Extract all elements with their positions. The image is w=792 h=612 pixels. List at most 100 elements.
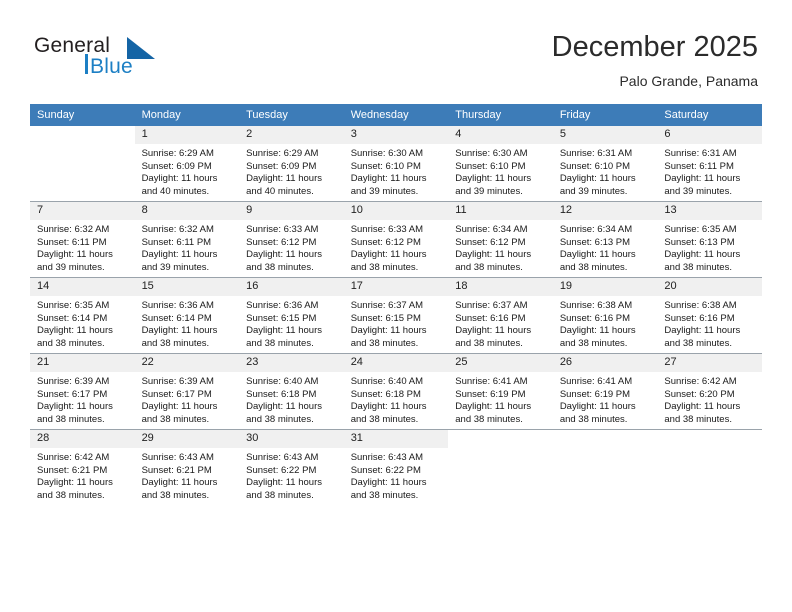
daylight-duration-line2: and 38 minutes. <box>141 413 210 425</box>
calendar-day-cell[interactable]: 5 Sunrise: 6:31 AM Sunset: 6:10 PM Daylight… <box>552 126 658 202</box>
calendar-cell-empty <box>30 126 135 202</box>
calendar-day-cell[interactable]: 9 Sunrise: 6:33 AM Sunset: 6:12 PM Daylight… <box>239 201 344 278</box>
sunrise-time: Sunrise: 6:33 AM <box>350 224 424 235</box>
daylight-duration-line1: Daylight: 11 hours <box>141 173 218 185</box>
calendar-day-cell[interactable]: 22 Sunrise: 6:39 AM Sunset: 6:17 PM Dayligh… <box>134 353 240 430</box>
calendar-day-cell[interactable]: 1 Sunrise: 6:29 AM Sunset: 6:09 PM Daylight… <box>134 126 240 202</box>
daylight-duration-line2: and 38 minutes. <box>559 413 628 425</box>
day-number: 22 <box>134 354 240 372</box>
day-details: Sunrise: 6:41 AM Sunset: 6:19 PM Daylight:… <box>553 372 658 426</box>
sunset-time: Sunset: 6:10 PM <box>559 160 631 172</box>
day-number: 7 <box>30 202 135 220</box>
day-details: Sunrise: 6:37 AM Sunset: 6:15 PM Daylight:… <box>344 296 449 350</box>
calendar-day-cell[interactable]: 14 Sunrise: 6:35 AM Sunset: 6:14 PM Dayligh… <box>30 277 135 354</box>
sunset-time: Sunset: 6:16 PM <box>664 312 735 324</box>
daylight-duration-line2: and 40 minutes. <box>141 185 210 197</box>
sunset-time: Sunset: 6:19 PM <box>559 388 631 400</box>
logo-text-blue: Blue <box>90 55 133 78</box>
daylight-duration-line2: and 39 minutes. <box>350 185 419 197</box>
daylight-duration-line2: and 38 minutes. <box>350 337 419 349</box>
sunrise-time: Sunrise: 6:43 AM <box>350 452 424 463</box>
day-details: Sunrise: 6:39 AM Sunset: 6:17 PM Daylight:… <box>30 372 135 426</box>
daylight-duration-line2: and 38 minutes. <box>246 261 314 273</box>
calendar-day-cell[interactable]: 23 Sunrise: 6:40 AM Sunset: 6:18 PM Dayligh… <box>239 353 344 430</box>
calendar-day-cell[interactable]: 17 Sunrise: 6:37 AM Sunset: 6:15 PM Dayligh… <box>343 277 449 354</box>
weekday-header-row: Sunday Monday Tuesday Wednesday Thursday… <box>30 104 762 126</box>
daylight-duration-line2: and 38 minutes. <box>455 337 523 349</box>
calendar-day-cell[interactable]: 7 Sunrise: 6:32 AM Sunset: 6:11 PM Daylight… <box>30 201 135 278</box>
page-header: General Blue December 2025 Palo Grande, … <box>0 0 792 100</box>
day-details: Sunrise: 6:37 AM Sunset: 6:16 PM Daylight:… <box>448 296 553 350</box>
calendar-day-cell[interactable]: 12 Sunrise: 6:34 AM Sunset: 6:13 PM Dayligh… <box>552 201 658 278</box>
daylight-duration-line2: and 40 minutes. <box>246 185 314 197</box>
day-number: 12 <box>552 202 658 220</box>
calendar-page: General Blue December 2025 Palo Grande, … <box>0 0 792 612</box>
sunrise-time: Sunrise: 6:34 AM <box>455 224 528 235</box>
calendar-day-cell[interactable]: 15 Sunrise: 6:36 AM Sunset: 6:14 PM Dayligh… <box>134 277 240 354</box>
sunset-time: Sunset: 6:14 PM <box>37 312 108 324</box>
calendar-day-cell[interactable]: 13 Sunrise: 6:35 AM Sunset: 6:13 PM Dayligh… <box>657 201 762 278</box>
day-number <box>448 430 553 448</box>
day-details: Sunrise: 6:38 AM Sunset: 6:16 PM Daylight:… <box>657 296 762 350</box>
calendar-day-cell[interactable]: 20 Sunrise: 6:38 AM Sunset: 6:16 PM Dayligh… <box>657 277 762 354</box>
day-details: Sunrise: 6:43 AM Sunset: 6:22 PM Daylight:… <box>344 448 449 502</box>
daylight-duration-line2: and 38 minutes. <box>141 489 210 501</box>
calendar-day-cell[interactable]: 25 Sunrise: 6:41 AM Sunset: 6:19 PM Dayligh… <box>448 353 553 430</box>
daylight-duration-line2: and 38 minutes. <box>664 261 732 273</box>
calendar-day-cell[interactable]: 19 Sunrise: 6:38 AM Sunset: 6:16 PM Dayligh… <box>552 277 658 354</box>
daylight-duration-line2: and 38 minutes. <box>37 337 105 349</box>
day-number <box>552 430 658 448</box>
sunset-time: Sunset: 6:18 PM <box>350 388 421 400</box>
calendar-day-cell[interactable]: 31 Sunrise: 6:43 AM Sunset: 6:22 PM Dayligh… <box>343 429 449 505</box>
daylight-duration-line1: Daylight: 11 hours <box>664 249 741 261</box>
calendar-day-cell[interactable]: 11 Sunrise: 6:34 AM Sunset: 6:12 PM Dayligh… <box>448 201 553 278</box>
calendar-week-row: 21 Sunrise: 6:39 AM Sunset: 6:17 PM Dayligh… <box>30 353 762 430</box>
sunrise-time: Sunrise: 6:31 AM <box>559 148 633 159</box>
day-number: 21 <box>30 354 135 372</box>
day-number: 29 <box>134 430 240 448</box>
day-number: 24 <box>343 354 449 372</box>
day-details: Sunrise: 6:31 AM Sunset: 6:10 PM Daylight:… <box>553 144 658 198</box>
calendar-day-cell[interactable]: 24 Sunrise: 6:40 AM Sunset: 6:18 PM Dayligh… <box>343 353 449 430</box>
sunrise-time: Sunrise: 6:43 AM <box>246 452 319 463</box>
day-number <box>657 430 762 448</box>
daylight-duration-line2: and 39 minutes. <box>141 261 210 273</box>
calendar-day-cell[interactable]: 10 Sunrise: 6:33 AM Sunset: 6:12 PM Dayligh… <box>343 201 449 278</box>
day-number: 25 <box>448 354 553 372</box>
general-blue-logo[interactable]: General Blue <box>34 34 184 86</box>
calendar-day-cell[interactable]: 2 Sunrise: 6:29 AM Sunset: 6:09 PM Daylight… <box>239 126 344 202</box>
calendar-day-cell[interactable]: 21 Sunrise: 6:39 AM Sunset: 6:17 PM Dayligh… <box>30 353 135 430</box>
day-number: 19 <box>552 278 658 296</box>
weekday-header-tuesday: Tuesday <box>239 104 344 126</box>
day-number: 14 <box>30 278 135 296</box>
sunrise-time: Sunrise: 6:32 AM <box>141 224 214 235</box>
calendar-day-cell[interactable]: 8 Sunrise: 6:32 AM Sunset: 6:11 PM Daylight… <box>134 201 240 278</box>
daylight-duration-line2: and 39 minutes. <box>559 185 628 197</box>
weekday-header-saturday: Saturday <box>657 104 762 126</box>
calendar-day-cell[interactable]: 3 Sunrise: 6:30 AM Sunset: 6:10 PM Daylight… <box>343 126 449 202</box>
sunset-time: Sunset: 6:12 PM <box>455 236 526 248</box>
day-number: 15 <box>134 278 240 296</box>
sunrise-time: Sunrise: 6:36 AM <box>246 300 319 311</box>
daylight-duration-line1: Daylight: 11 hours <box>559 249 636 261</box>
day-details: Sunrise: 6:31 AM Sunset: 6:11 PM Daylight:… <box>657 144 762 198</box>
daylight-duration-line2: and 38 minutes. <box>455 413 523 425</box>
sunset-time: Sunset: 6:16 PM <box>559 312 631 324</box>
calendar-day-cell[interactable]: 28 Sunrise: 6:42 AM Sunset: 6:21 PM Dayligh… <box>30 429 135 505</box>
calendar-day-cell[interactable]: 16 Sunrise: 6:36 AM Sunset: 6:15 PM Dayligh… <box>239 277 344 354</box>
day-number: 30 <box>239 430 344 448</box>
calendar-day-cell[interactable]: 26 Sunrise: 6:41 AM Sunset: 6:19 PM Dayligh… <box>552 353 658 430</box>
sunrise-time: Sunrise: 6:30 AM <box>455 148 528 159</box>
daylight-duration-line1: Daylight: 11 hours <box>559 325 636 337</box>
daylight-duration-line1: Daylight: 11 hours <box>141 249 218 261</box>
calendar-day-cell[interactable]: 29 Sunrise: 6:43 AM Sunset: 6:21 PM Dayligh… <box>134 429 240 505</box>
day-number <box>30 126 135 144</box>
calendar-day-cell[interactable]: 6 Sunrise: 6:31 AM Sunset: 6:11 PM Daylight… <box>657 126 762 202</box>
calendar-day-cell[interactable]: 30 Sunrise: 6:43 AM Sunset: 6:22 PM Dayligh… <box>239 429 344 505</box>
daylight-duration-line1: Daylight: 11 hours <box>350 401 427 413</box>
calendar-day-cell[interactable]: 18 Sunrise: 6:37 AM Sunset: 6:16 PM Dayligh… <box>448 277 553 354</box>
calendar-day-cell[interactable]: 4 Sunrise: 6:30 AM Sunset: 6:10 PM Daylight… <box>448 126 553 202</box>
daylight-duration-line2: and 38 minutes. <box>37 489 105 501</box>
calendar-day-cell[interactable]: 27 Sunrise: 6:42 AM Sunset: 6:20 PM Dayligh… <box>657 353 762 430</box>
day-number: 4 <box>448 126 553 144</box>
